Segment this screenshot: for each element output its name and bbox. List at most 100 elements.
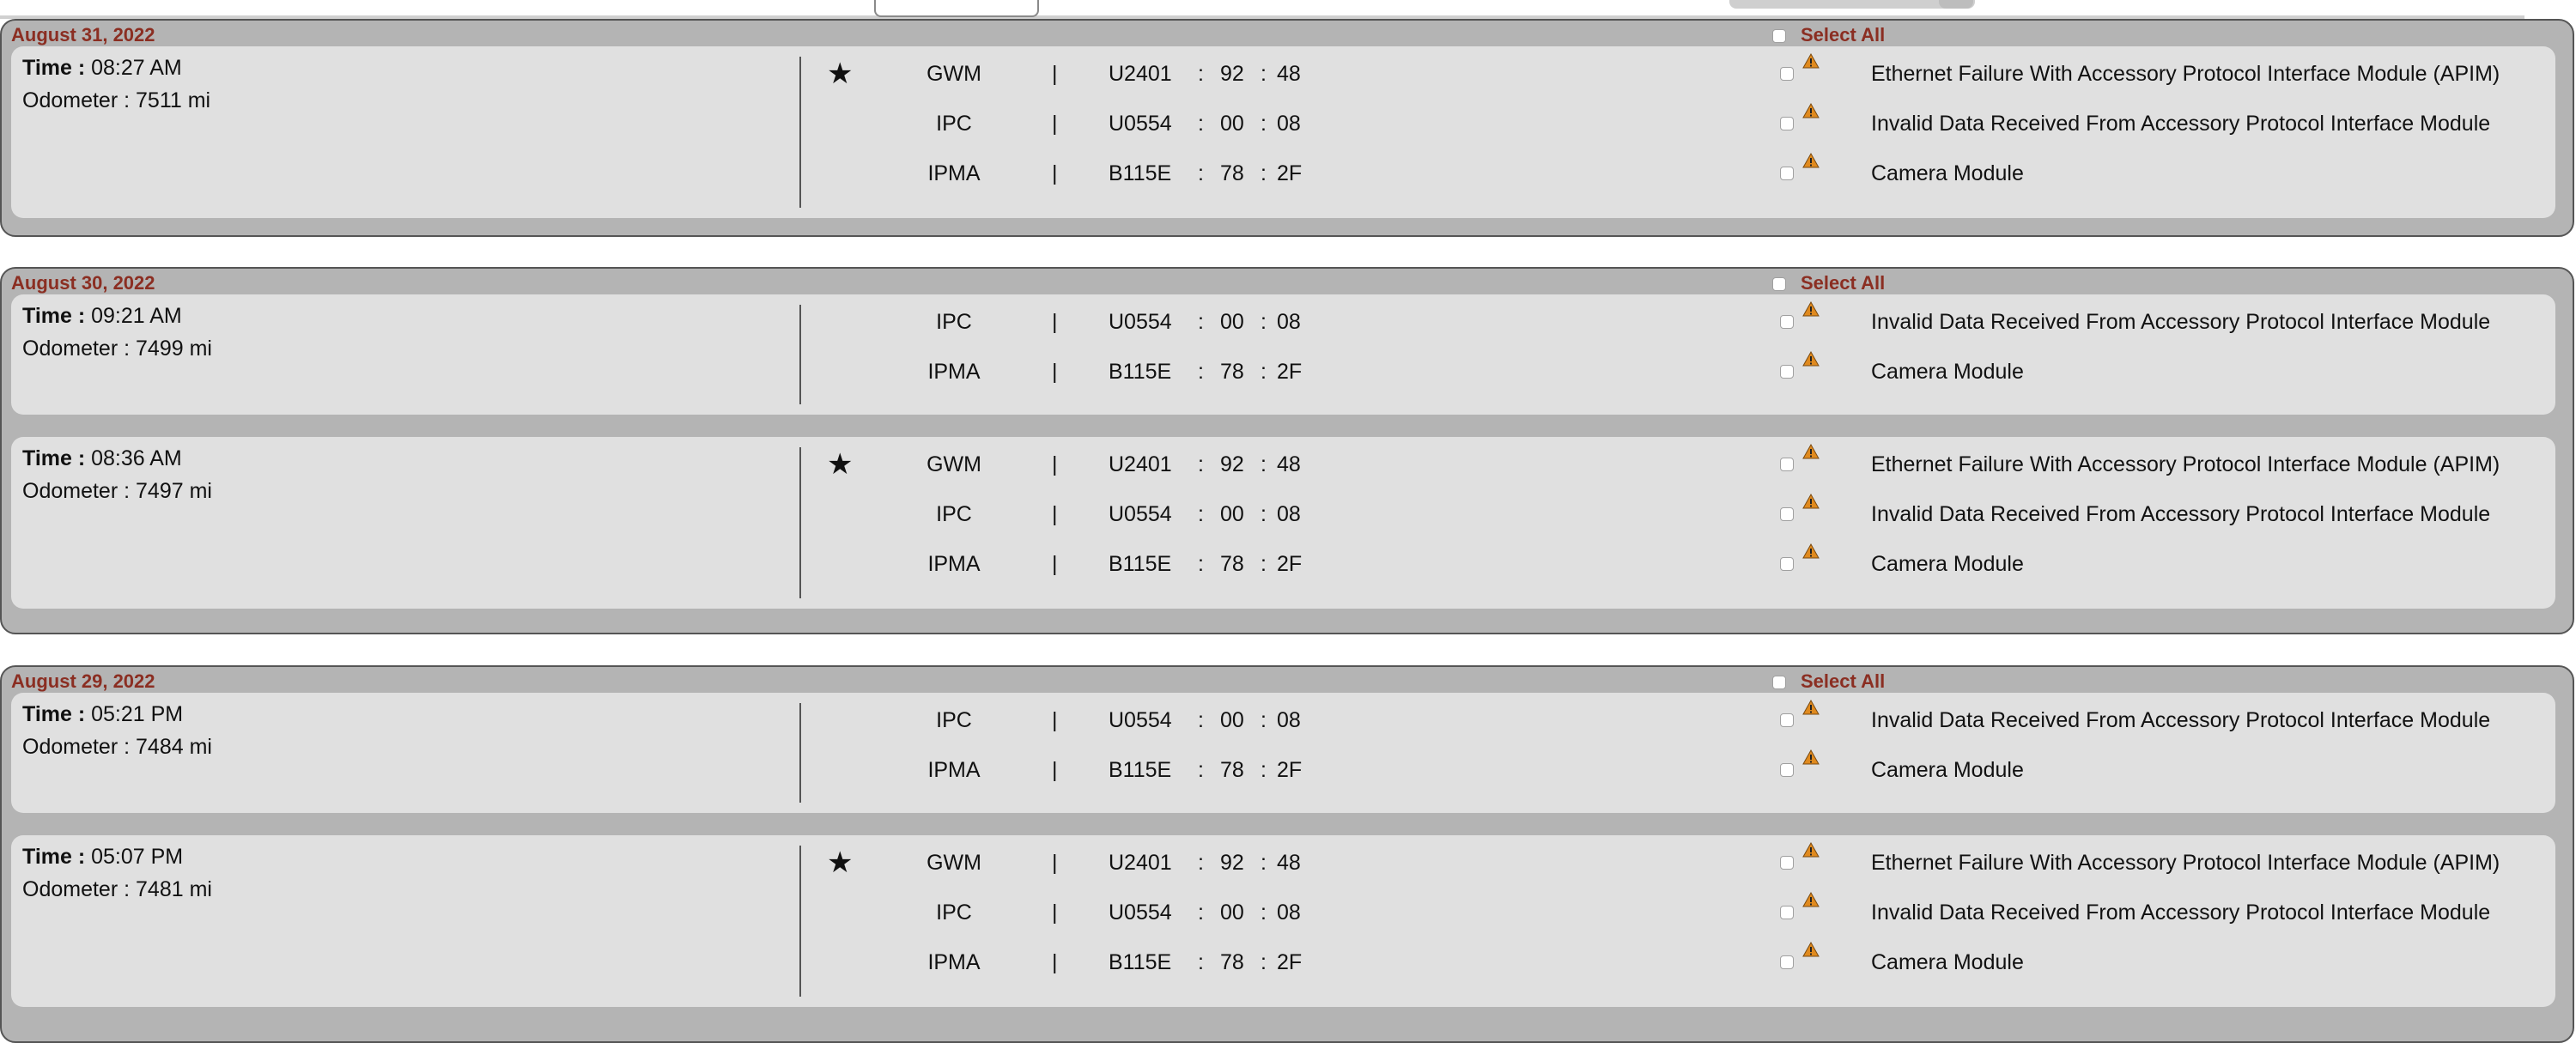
warning-triangle-icon (1802, 891, 1820, 907)
day-group: August 30, 2022 Select All Time : 09:21 AM… (0, 267, 2574, 634)
dtc-checkbox[interactable] (1780, 557, 1794, 571)
separator: : (1198, 708, 1204, 732)
dtc-description: Ethernet Failure With Accessory Protocol… (1871, 851, 2500, 875)
select-all-box[interactable] (1772, 29, 1786, 43)
separator: : (1198, 552, 1204, 576)
separator: : (1198, 900, 1204, 925)
dtc-checkbox[interactable] (1780, 117, 1794, 130)
separator: | (1052, 161, 1058, 185)
separator: | (1052, 452, 1058, 476)
dtc-description: Invalid Data Received From Accessory Pro… (1871, 112, 2491, 136)
toolbar-border (0, 0, 2524, 19)
toolbar-button-dropdown[interactable] (1939, 0, 1973, 9)
dtc-description: Ethernet Failure With Accessory Protocol… (1871, 452, 2500, 476)
dtc-checkbox[interactable] (1780, 315, 1794, 329)
star-icon: ★ (827, 58, 854, 90)
dtc-row: IPC | U0554:00:08 Invalid Data Received Fro… (11, 493, 2555, 531)
separator: : (1261, 112, 1267, 136)
select-all-checkbox[interactable]: Select All (1772, 24, 1885, 46)
separator: : (1198, 758, 1204, 782)
separator: | (1052, 552, 1058, 576)
select-all-box[interactable] (1772, 676, 1786, 689)
separator: : (1198, 851, 1204, 875)
separator: | (1052, 502, 1058, 526)
day-date-label: August 30, 2022 (11, 272, 155, 294)
separator: : (1261, 900, 1267, 925)
dtc-byte-1: 00 (1220, 900, 1244, 925)
dtc-row: IPMA | B115E:78:2F Camera Module (11, 749, 2555, 787)
module-name: IPC (936, 502, 972, 526)
dtc-byte-2: 08 (1277, 112, 1301, 136)
dtc-checkbox[interactable] (1780, 67, 1794, 81)
dtc-byte-2: 2F (1277, 950, 1303, 974)
separator: : (1261, 310, 1267, 334)
dtc-description: Camera Module (1871, 161, 2024, 185)
dtc-row: IPMA | B115E:78:2F Camera Module (11, 543, 2555, 581)
dtc-description: Invalid Data Received From Accessory Pro… (1871, 708, 2491, 732)
module-name: GWM (927, 62, 981, 86)
dtc-row: IPC | U0554:00:08 Invalid Data Received Fro… (11, 102, 2555, 141)
dtc-code: U0554 (1109, 502, 1172, 526)
dtc-description: Camera Module (1871, 950, 2024, 974)
warning-triangle-icon (1802, 300, 1820, 317)
select-all-label: Select All (1801, 24, 1886, 45)
dtc-byte-2: 2F (1277, 552, 1303, 576)
dtc-description: Camera Module (1871, 552, 2024, 576)
module-name: IPMA (927, 161, 981, 185)
dtc-description: Invalid Data Received From Accessory Pro… (1871, 502, 2491, 526)
select-all-label: Select All (1801, 670, 1886, 692)
dtc-code: B115E (1109, 360, 1172, 384)
dtc-code: U0554 (1109, 708, 1172, 732)
dtc-checkbox[interactable] (1780, 763, 1794, 777)
dtc-byte-2: 2F (1277, 758, 1303, 782)
dtc-byte-2: 08 (1277, 708, 1301, 732)
separator: : (1261, 452, 1267, 476)
warning-triangle-icon (1802, 699, 1820, 715)
dtc-checkbox[interactable] (1780, 906, 1794, 919)
dtc-row: IPC | U0554:00:08 Invalid Data Received Fro… (11, 891, 2555, 930)
dtc-description: Camera Module (1871, 758, 2024, 782)
dtc-description: Camera Module (1871, 360, 2024, 384)
dtc-code: U2401 (1109, 452, 1172, 476)
dtc-code: U0554 (1109, 112, 1172, 136)
dtc-row: IPC | U0554:00:08 Invalid Data Received Fro… (11, 300, 2555, 339)
select-all-box[interactable] (1772, 277, 1786, 291)
dtc-checkbox[interactable] (1780, 856, 1794, 870)
dtc-code: U0554 (1109, 310, 1172, 334)
top-toolbar-remnant (0, 0, 2576, 19)
module-name: IPMA (927, 360, 981, 384)
separator: : (1261, 708, 1267, 732)
dtc-checkbox[interactable] (1780, 507, 1794, 521)
separator: : (1198, 112, 1204, 136)
dtc-byte-1: 00 (1220, 310, 1244, 334)
warning-triangle-icon (1802, 749, 1820, 765)
separator: : (1261, 360, 1267, 384)
dtc-checkbox[interactable] (1780, 713, 1794, 727)
separator: : (1198, 161, 1204, 185)
dtc-record: Time : 05:07 PM Odometer : 7481 mi ★ GWM | U2… (11, 835, 2555, 1007)
module-name: GWM (927, 452, 981, 476)
separator: | (1052, 900, 1058, 925)
dtc-code: U2401 (1109, 62, 1172, 86)
select-all-checkbox[interactable]: Select All (1772, 670, 1885, 693)
warning-triangle-icon (1802, 152, 1820, 168)
dtc-byte-1: 78 (1220, 758, 1244, 782)
module-name: IPMA (927, 950, 981, 974)
select-all-checkbox[interactable]: Select All (1772, 272, 1885, 294)
day-group: August 29, 2022 Select All Time : 05:21 PM… (0, 665, 2574, 1043)
separator: | (1052, 112, 1058, 136)
separator: : (1198, 502, 1204, 526)
dtc-row: IPC | U0554:00:08 Invalid Data Received Fro… (11, 699, 2555, 737)
day-date-label: August 31, 2022 (11, 24, 155, 45)
dtc-checkbox[interactable] (1780, 167, 1794, 180)
dtc-checkbox[interactable] (1780, 955, 1794, 969)
dtc-code: U2401 (1109, 851, 1172, 875)
day-date-label: August 29, 2022 (11, 670, 155, 692)
separator: | (1052, 360, 1058, 384)
module-name: IPC (936, 112, 972, 136)
dtc-checkbox[interactable] (1780, 365, 1794, 379)
toolbar-input[interactable] (874, 0, 1039, 17)
dtc-checkbox[interactable] (1780, 458, 1794, 471)
module-name: IPMA (927, 758, 981, 782)
dtc-byte-2: 48 (1277, 62, 1301, 86)
